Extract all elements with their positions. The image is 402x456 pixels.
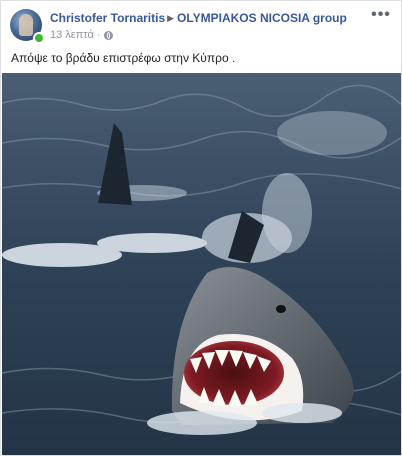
post-meta: 13 λεπτά · [50, 29, 113, 41]
timestamp-link[interactable]: 13 λεπτά [50, 29, 94, 41]
online-status-icon [33, 32, 45, 44]
post-photo[interactable] [2, 73, 402, 455]
shared-to-arrow-icon: ▶ [167, 13, 175, 23]
feed-post: Christofer Tornaritis ▶ OLYMPIAKOS NICOSIA… [0, 0, 402, 456]
post-title-line: Christofer Tornaritis ▶ OLYMPIAKOS NICOSIA… [50, 11, 347, 25]
avatar-figure [19, 14, 33, 36]
group-name-link[interactable]: OLYMPIAKOS NICOSIA group [177, 11, 347, 25]
more-options-icon[interactable]: ••• [369, 7, 393, 27]
post-text: Απόψε το βράδυ επιστρέφω στην Κύπρο . [11, 51, 236, 65]
post-header: Christofer Tornaritis ▶ OLYMPIAKOS NICOSIA… [1, 1, 401, 45]
author-name-link[interactable]: Christofer Tornaritis [50, 11, 165, 25]
meta-separator: · [96, 29, 101, 41]
globe-icon[interactable] [103, 30, 113, 40]
